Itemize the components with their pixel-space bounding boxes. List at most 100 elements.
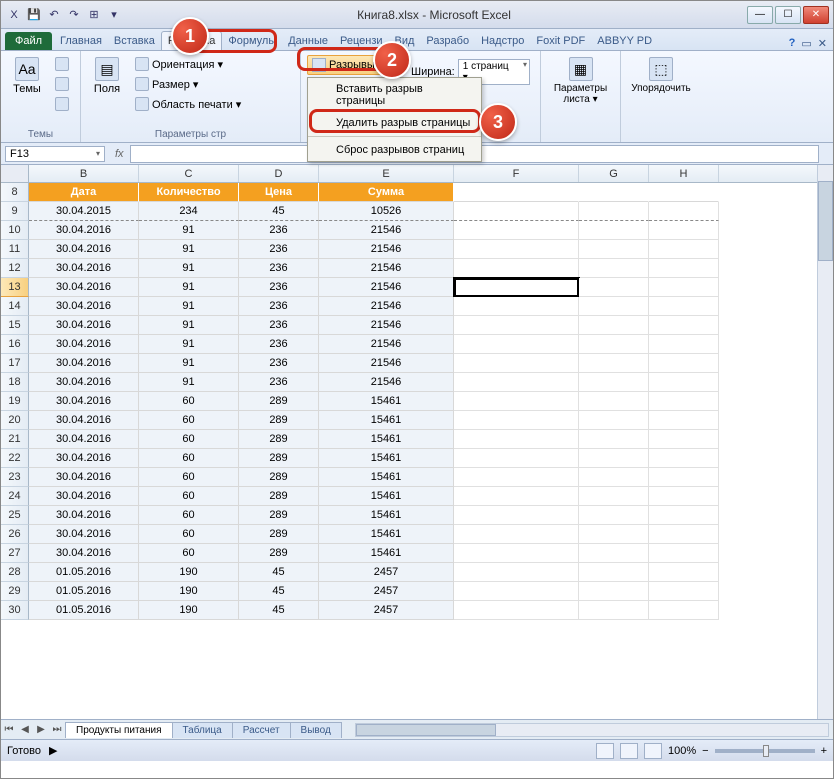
cell[interactable]: 30.04.2016 — [29, 240, 139, 259]
cell[interactable] — [649, 259, 719, 278]
cell[interactable] — [454, 316, 579, 335]
name-box[interactable]: F13▾ — [5, 146, 105, 162]
cell[interactable] — [649, 202, 719, 221]
cell[interactable] — [649, 240, 719, 259]
undo-icon[interactable]: ↶ — [45, 6, 63, 24]
row-header[interactable]: 28 — [1, 563, 29, 582]
cell[interactable]: 30.04.2016 — [29, 411, 139, 430]
vscroll-thumb[interactable] — [818, 181, 833, 261]
cell[interactable]: 30.04.2016 — [29, 259, 139, 278]
cell[interactable]: 289 — [239, 468, 319, 487]
cell[interactable]: 15461 — [319, 487, 454, 506]
cell[interactable] — [579, 601, 649, 620]
cell[interactable] — [579, 449, 649, 468]
cell[interactable]: 30.04.2016 — [29, 335, 139, 354]
header-cell[interactable] — [649, 183, 719, 202]
cell[interactable]: 236 — [239, 259, 319, 278]
help-icon[interactable]: ? — [789, 37, 796, 50]
cell[interactable]: 236 — [239, 278, 319, 297]
cell[interactable] — [579, 392, 649, 411]
col-header-F[interactable]: F — [454, 165, 579, 182]
cell[interactable]: 190 — [139, 563, 239, 582]
cell[interactable] — [649, 354, 719, 373]
ribbon-tab-7[interactable]: Разрабо — [420, 32, 475, 50]
cell[interactable]: 30.04.2015 — [29, 202, 139, 221]
cell[interactable]: 60 — [139, 411, 239, 430]
maximize-button[interactable]: ☐ — [775, 6, 801, 24]
cell[interactable]: 91 — [139, 316, 239, 335]
cell[interactable]: 15461 — [319, 468, 454, 487]
cell[interactable] — [454, 563, 579, 582]
cell[interactable]: 60 — [139, 430, 239, 449]
header-cell[interactable] — [454, 183, 579, 202]
cell[interactable]: 2457 — [319, 563, 454, 582]
cell[interactable] — [649, 544, 719, 563]
doc-close-icon[interactable]: ✕ — [818, 37, 827, 50]
header-cell[interactable]: Цена — [239, 183, 319, 202]
zoom-in-button[interactable]: + — [821, 745, 827, 757]
cell[interactable]: 91 — [139, 373, 239, 392]
cell[interactable]: 15461 — [319, 430, 454, 449]
view-pagebreak-button[interactable] — [644, 743, 662, 759]
row-header[interactable]: 16 — [1, 335, 29, 354]
cell[interactable] — [454, 221, 579, 240]
cell[interactable] — [649, 335, 719, 354]
cell[interactable] — [649, 525, 719, 544]
cell[interactable]: 91 — [139, 335, 239, 354]
cell[interactable] — [579, 316, 649, 335]
cell[interactable] — [579, 487, 649, 506]
size-button[interactable]: Размер ▾ — [131, 75, 245, 93]
col-header-C[interactable]: C — [139, 165, 239, 182]
sheet-tab[interactable]: Рассчет — [232, 722, 291, 738]
cell[interactable] — [454, 411, 579, 430]
col-header-B[interactable]: B — [29, 165, 139, 182]
effects-button[interactable] — [51, 95, 73, 113]
col-header-G[interactable]: G — [579, 165, 649, 182]
cell[interactable] — [579, 354, 649, 373]
view-normal-button[interactable] — [596, 743, 614, 759]
sheet-nav-next[interactable]: ▶ — [33, 724, 49, 735]
print-area-button[interactable]: Область печати ▾ — [131, 95, 245, 113]
cell[interactable] — [579, 240, 649, 259]
row-header[interactable]: 19 — [1, 392, 29, 411]
cell[interactable] — [649, 487, 719, 506]
row-header[interactable]: 12 — [1, 259, 29, 278]
row-header[interactable]: 29 — [1, 582, 29, 601]
cell[interactable]: 21546 — [319, 259, 454, 278]
col-header-H[interactable]: H — [649, 165, 719, 182]
row-header[interactable]: 22 — [1, 449, 29, 468]
cell[interactable]: 91 — [139, 240, 239, 259]
row-header[interactable]: 25 — [1, 506, 29, 525]
header-cell[interactable]: Количество — [139, 183, 239, 202]
cell[interactable] — [454, 525, 579, 544]
spreadsheet-grid[interactable]: BCDEFGH 8ДатаКоличествоЦенаСумма930.04.2… — [1, 165, 833, 719]
cell[interactable] — [579, 582, 649, 601]
cell[interactable] — [649, 278, 719, 297]
cell[interactable] — [454, 449, 579, 468]
row-header[interactable]: 30 — [1, 601, 29, 620]
cell[interactable]: 21546 — [319, 278, 454, 297]
cell[interactable] — [579, 221, 649, 240]
cell[interactable]: 21546 — [319, 373, 454, 392]
cell[interactable]: 289 — [239, 430, 319, 449]
themes-button[interactable]: Aa Темы — [7, 55, 47, 97]
cell[interactable]: 01.05.2016 — [29, 601, 139, 620]
header-cell[interactable] — [579, 183, 649, 202]
cell[interactable]: 15461 — [319, 411, 454, 430]
cell[interactable] — [649, 221, 719, 240]
col-header-E[interactable]: E — [319, 165, 454, 182]
row-header[interactable]: 10 — [1, 221, 29, 240]
cell[interactable]: 236 — [239, 335, 319, 354]
cell[interactable] — [579, 468, 649, 487]
cell[interactable]: 15461 — [319, 525, 454, 544]
cell[interactable]: 15461 — [319, 544, 454, 563]
cell[interactable]: 21546 — [319, 354, 454, 373]
hscroll-thumb[interactable] — [356, 724, 496, 736]
cell[interactable]: 91 — [139, 354, 239, 373]
cell[interactable]: 91 — [139, 278, 239, 297]
cell[interactable] — [454, 582, 579, 601]
row-header[interactable]: 24 — [1, 487, 29, 506]
cell[interactable] — [649, 563, 719, 582]
cell[interactable] — [454, 544, 579, 563]
cell[interactable] — [454, 487, 579, 506]
